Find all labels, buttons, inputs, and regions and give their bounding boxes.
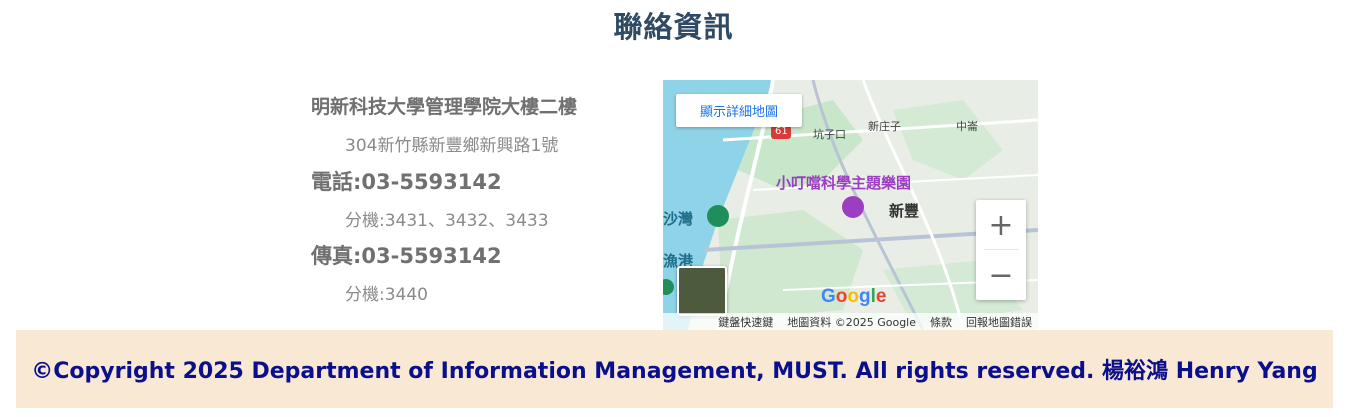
satellite-toggle-button[interactable] <box>677 266 727 316</box>
copyright-text: ©Copyright 2025 Department of Informatio… <box>31 359 1318 384</box>
map-label-xinfeng: 新豐 <box>889 202 920 220</box>
keyboard-shortcuts-link[interactable]: 鍵盤快速鍵 <box>718 314 773 330</box>
zoom-in-button[interactable]: + <box>976 200 1026 250</box>
google-map[interactable]: 61 坑子口 新庄子 中崙 小叮噹科學主題樂園 新豐 沙灣 漁港 顯示詳細地圖 … <box>663 80 1038 330</box>
map-label-xinzhuangzi: 新庄子 <box>868 120 901 133</box>
poi-label[interactable]: 小叮噹科學主題樂園 <box>776 172 911 193</box>
footer: ©Copyright 2025 Department of Informatio… <box>16 330 1333 408</box>
report-error-link[interactable]: 回報地圖錯誤 <box>966 314 1032 330</box>
section-title: 聯絡資訊 <box>613 10 734 44</box>
zoom-out-button[interactable]: − <box>976 250 1026 300</box>
map-data-text: 地圖資料 ©2025 Google <box>787 315 916 329</box>
fax-number: 傳真:03-5593142 <box>311 244 502 268</box>
map-label-shawan: 沙灣 <box>663 210 694 228</box>
phone-number: 電話:03-5593142 <box>311 170 502 194</box>
zoom-control: + − <box>976 200 1026 300</box>
place-name: 明新科技大學管理學院大樓二樓 <box>311 96 578 118</box>
google-logo: Google <box>821 286 887 307</box>
route-61-label: 61 <box>775 126 788 137</box>
map-attribution: 鍵盤快速鍵 地圖資料 ©2025 Google 條款 回報地圖錯誤 <box>663 313 1038 330</box>
map-label-zhongken: 中崙 <box>956 120 978 133</box>
fax-extension: 分機:3440 <box>345 285 428 305</box>
terms-link[interactable]: 條款 <box>930 314 952 330</box>
map-label-kengzikou: 坑子口 <box>813 128 846 141</box>
view-larger-map-button[interactable]: 顯示詳細地圖 <box>676 94 802 127</box>
address: 304新竹縣新豐鄉新興路1號 <box>345 136 559 156</box>
phone-extension: 分機:3431、3432、3433 <box>345 211 549 231</box>
